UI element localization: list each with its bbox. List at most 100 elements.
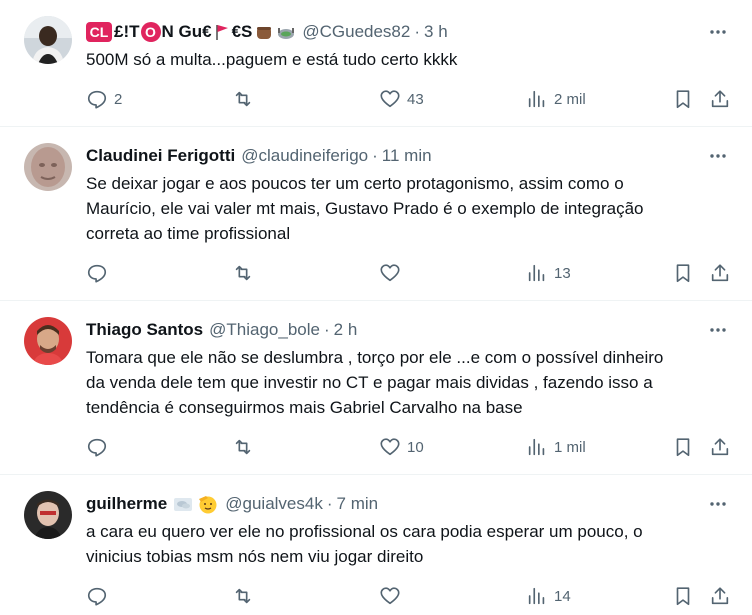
tweet-text-line: Maurício, ele vai valer mt mais, Gustavo… <box>86 199 644 218</box>
views-icon <box>528 587 545 605</box>
like-icon <box>380 438 400 456</box>
retweet-icon <box>235 91 251 107</box>
tweet-actions: 2 43 2 mil <box>80 87 740 111</box>
author-name-part: €S <box>231 22 253 41</box>
tweet-text-line: Se deixar jogar e aos poucos ter um cert… <box>86 174 624 193</box>
like-button[interactable] <box>379 261 407 285</box>
like-icon <box>380 587 400 605</box>
bookmark-button[interactable] <box>672 87 694 111</box>
tweet-actions: 13 <box>80 261 740 285</box>
like-button[interactable]: 43 <box>379 87 424 111</box>
tweet-actions: 14 <box>80 584 740 608</box>
tweet-header: CL £!T O N Gu€ €S @CGuedes82 · 3 h <box>86 20 700 44</box>
stadium-emoji-icon <box>278 28 295 39</box>
views-button[interactable]: 2 mil <box>526 87 586 111</box>
reply-icon <box>87 587 107 606</box>
bookmark-icon <box>676 587 690 606</box>
author-handle[interactable]: @Thiago_bole <box>209 320 320 340</box>
share-button[interactable] <box>709 435 731 459</box>
more-icon[interactable] <box>706 144 730 168</box>
reply-icon <box>87 438 107 457</box>
like-button[interactable] <box>379 584 407 608</box>
tweet-actions: 10 1 mil <box>80 435 740 459</box>
bookmark-button[interactable] <box>672 584 694 608</box>
reply-tweet[interactable]: Thiago Santos @Thiago_bole · 2 h Tomara … <box>0 301 752 475</box>
reply-tweet[interactable]: guilherme @guialves4k · 7 min a cara eu … <box>0 475 752 615</box>
views-icon <box>528 264 545 282</box>
cloud-emoji-icon <box>174 498 193 511</box>
bookmark-button[interactable] <box>672 261 694 285</box>
tweet-text-line: correta ao time profissional <box>86 224 291 243</box>
reply-button[interactable] <box>86 261 114 285</box>
bookmark-icon <box>676 264 690 283</box>
author-handle[interactable]: @claudineiferigo <box>241 146 368 166</box>
views-count: 2 mil <box>554 90 586 108</box>
tweet-text-line: a cara eu quero ver ele no profissional … <box>86 522 643 541</box>
tweet-text: Se deixar jogar e aos poucos ter um cert… <box>86 171 722 246</box>
avatar[interactable] <box>24 317 72 365</box>
red-flag-icon <box>215 25 228 40</box>
retweet-button[interactable] <box>232 87 260 111</box>
timestamp[interactable]: 7 min <box>337 494 379 514</box>
reply-feed: CL £!T O N Gu€ €S @CGuedes82 · 3 h 500M … <box>0 0 752 615</box>
fist-emoji-icon <box>257 27 272 39</box>
author-name[interactable]: guilherme <box>86 494 167 514</box>
tweet-text-line: Tomara que ele não se deslumbra , torço … <box>86 348 664 367</box>
timestamp[interactable]: 2 h <box>334 320 358 340</box>
retweet-button[interactable] <box>232 261 260 285</box>
tweet-text-line: da venda dele tem que investir no CT e p… <box>86 373 653 392</box>
like-count: 43 <box>407 90 424 108</box>
avatar[interactable] <box>24 143 72 191</box>
tweet-text: a cara eu quero ver ele no profissional … <box>86 519 722 569</box>
retweet-button[interactable] <box>232 584 260 608</box>
reply-tweet[interactable]: CL £!T O N Gu€ €S @CGuedes82 · 3 h 500M … <box>0 0 752 127</box>
reply-tweet[interactable]: Claudinei Ferigotti @claudineiferigo · 1… <box>0 127 752 301</box>
share-button[interactable] <box>709 261 731 285</box>
author-name[interactable]: £!T <box>114 22 140 42</box>
share-button[interactable] <box>709 87 731 111</box>
bookmark-button[interactable] <box>672 435 694 459</box>
reply-button[interactable] <box>86 435 114 459</box>
saluting-face-icon <box>199 496 217 514</box>
name-badge: O <box>140 22 161 42</box>
name-badge: CL <box>86 22 112 42</box>
tweet-text-line: tendência é conseguirmos mais Gabriel Ca… <box>86 398 523 417</box>
like-count: 10 <box>407 438 424 456</box>
views-count: 1 mil <box>554 438 586 456</box>
separator-dot: · <box>323 320 330 339</box>
retweet-button[interactable] <box>232 435 260 459</box>
share-button[interactable] <box>709 584 731 608</box>
author-name[interactable]: Thiago Santos <box>86 320 203 340</box>
views-button[interactable]: 14 <box>526 584 571 608</box>
avatar[interactable] <box>24 491 72 539</box>
timestamp[interactable]: 11 min <box>382 146 432 166</box>
tweet-header: Claudinei Ferigotti @claudineiferigo · 1… <box>86 144 700 168</box>
reply-icon <box>87 264 107 283</box>
author-handle[interactable]: @CGuedes82 <box>302 22 410 42</box>
author-name[interactable]: Claudinei Ferigotti <box>86 146 235 166</box>
reply-button[interactable]: 2 <box>86 87 122 111</box>
tweet-header: Thiago Santos @Thiago_bole · 2 h <box>86 318 700 342</box>
avatar[interactable] <box>24 16 72 64</box>
share-icon <box>711 90 729 108</box>
more-icon[interactable] <box>706 20 730 44</box>
views-count: 14 <box>554 587 571 605</box>
more-icon[interactable] <box>706 318 730 342</box>
like-icon <box>380 90 400 108</box>
timestamp[interactable]: 3 h <box>424 22 448 42</box>
tweet-text: Tomara que ele não se deslumbra , torço … <box>86 345 722 420</box>
retweet-icon <box>235 588 251 604</box>
tweet-text: 500M só a multa...paguem e está tudo cer… <box>86 50 458 69</box>
retweet-icon <box>235 265 251 281</box>
author-handle[interactable]: @guialves4k <box>225 494 323 514</box>
reply-count: 2 <box>114 90 123 108</box>
reply-button[interactable] <box>86 584 114 608</box>
bookmark-icon <box>676 438 690 457</box>
like-button[interactable]: 10 <box>379 435 424 459</box>
views-button[interactable]: 13 <box>526 261 571 285</box>
author-name-part: N Gu€ <box>161 22 212 41</box>
views-button[interactable]: 1 mil <box>526 435 586 459</box>
more-icon[interactable] <box>706 492 730 516</box>
reply-icon <box>87 90 107 109</box>
views-icon <box>528 438 545 456</box>
